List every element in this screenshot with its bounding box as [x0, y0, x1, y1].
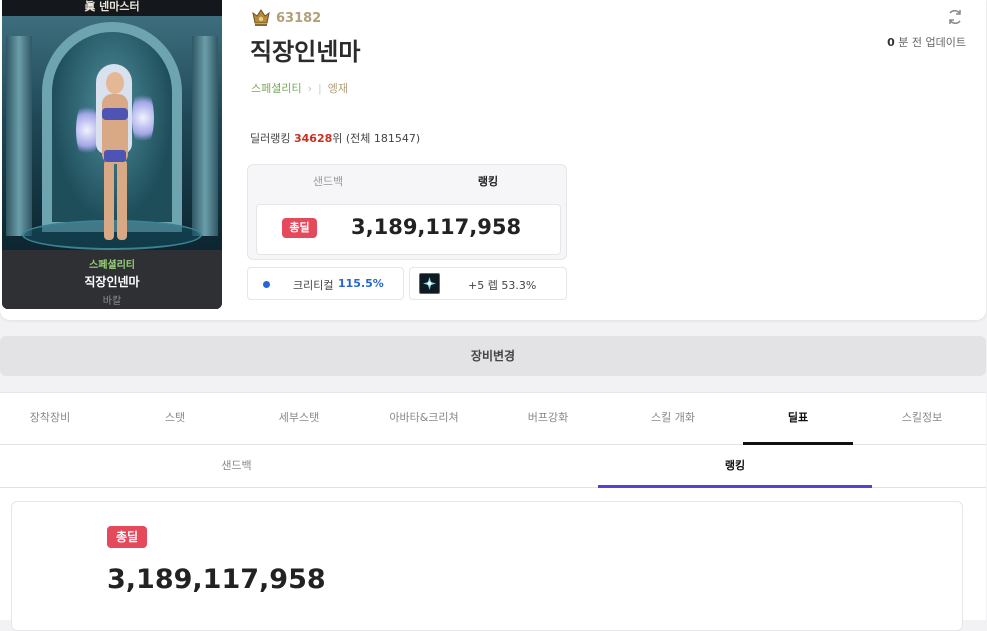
tab-stats[interactable]: 스탯 — [120, 393, 230, 445]
pillar-left — [6, 36, 32, 236]
total-damage-value: 3,189,117,958 — [351, 215, 522, 239]
tab-avatar-creature[interactable]: 아바타&크리쳐 — [369, 393, 479, 445]
damage-result-card: 총딜 3,189,117,958 — [11, 501, 963, 631]
outfit-bottom — [104, 150, 126, 162]
total-damage-badge: 총딜 — [282, 218, 317, 238]
skill-icon — [419, 273, 440, 294]
fame-icon — [251, 9, 271, 27]
tab-detail-stats[interactable]: 세부스탯 — [244, 393, 354, 445]
glow-right — [132, 88, 154, 148]
subtab-sandbag[interactable]: 샌드백 — [0, 446, 473, 488]
main-tab-bar: 장착장비 스탯 세부스탯 아바타&크리쳐 버프강화 스킬 개화 딜표 스킬정보 — [0, 393, 986, 445]
updated-text: 분 전 업데이트 — [898, 36, 966, 49]
character-figure — [76, 64, 154, 242]
character-portrait-panel: 眞 넨마스터 스페셜리티 직장인넨마 바칼 — [2, 0, 222, 309]
crit-stat-chip: 크리티컬 115.5% — [247, 267, 404, 300]
updated-time: 0 분 전 업데이트 — [887, 34, 966, 50]
damage-tab-ranking[interactable]: 랭킹 — [408, 165, 568, 199]
character-name: 직장인넨마 — [250, 38, 361, 66]
character-info: 스페셜리티 직장인넨마 바칼 — [2, 250, 222, 309]
tab-skill-info[interactable]: 스킬정보 — [867, 393, 977, 445]
crit-value: 115.5% — [338, 277, 384, 290]
ranking-prefix: 딜러랭킹 — [250, 132, 291, 145]
leg-right — [117, 160, 127, 240]
character-artwork — [2, 16, 222, 250]
damage-summary-box: 샌드백 랭킹 총딜 3,189,117,958 — [247, 164, 567, 260]
equip-change-button[interactable]: 장비변경 — [0, 336, 986, 376]
result-total-value: 3,189,117,958 — [107, 564, 326, 595]
crit-dot-icon — [263, 281, 270, 288]
dealer-ranking: 딜러랭킹 34628위 (전체 181547) — [250, 130, 420, 146]
outfit-top — [102, 108, 128, 120]
pillar-right — [192, 36, 218, 236]
tag-guild[interactable]: 엥재 — [328, 80, 348, 96]
tab-damage-table[interactable]: 딜표 — [743, 393, 853, 445]
ranking-suffix: 위 (전체 181547) — [332, 132, 421, 145]
glow-left — [76, 100, 98, 160]
job-banner: 眞 넨마스터 — [2, 0, 222, 16]
divider: | — [318, 81, 322, 95]
tab-equipment[interactable]: 장착장비 — [0, 393, 105, 445]
damage-value-panel: 총딜 3,189,117,958 — [256, 204, 561, 255]
crit-label: 크리티컬 — [293, 279, 334, 292]
tab-skill-bloom[interactable]: 스킬 개화 — [618, 393, 728, 445]
skill-level-text: +5 렙 53.3% — [468, 279, 537, 292]
chevron-right-icon: › — [307, 81, 313, 95]
character-type: 스페셜리티 — [89, 260, 135, 271]
tab-buff[interactable]: 버프강화 — [493, 393, 603, 445]
fame-row: 63182 — [251, 9, 321, 27]
refresh-icon[interactable] — [944, 6, 966, 28]
sub-tab-bar: 샌드백 랭킹 — [0, 446, 986, 488]
subtab-ranking[interactable]: 랭킹 — [598, 446, 872, 488]
character-tags: 스페셜리티 › | 엥재 — [251, 80, 348, 96]
ranking-number: 34628 — [293, 132, 333, 145]
server-name: 바칼 — [102, 296, 122, 307]
result-total-badge: 총딜 — [107, 526, 147, 548]
head — [106, 72, 124, 94]
character-name-label: 직장인넨마 — [84, 275, 140, 289]
skill-stat-chip: +5 렙 53.3% — [409, 267, 567, 300]
profile-card: 眞 넨마스터 스페셜리티 직장인넨마 바칼 63182 직장인넨마 스페셜리티 … — [0, 0, 986, 320]
fame-value: 63182 — [276, 10, 322, 26]
damage-tab-sandbag[interactable]: 샌드백 — [248, 165, 408, 199]
tag-type[interactable]: 스페셜리티 — [251, 80, 302, 96]
updated-number: 0 — [887, 36, 895, 49]
detail-tabs-section: 장착장비 스탯 세부스탯 아바타&크리쳐 버프강화 스킬 개화 딜표 스킬정보 … — [0, 392, 986, 631]
leg-left — [104, 160, 114, 240]
